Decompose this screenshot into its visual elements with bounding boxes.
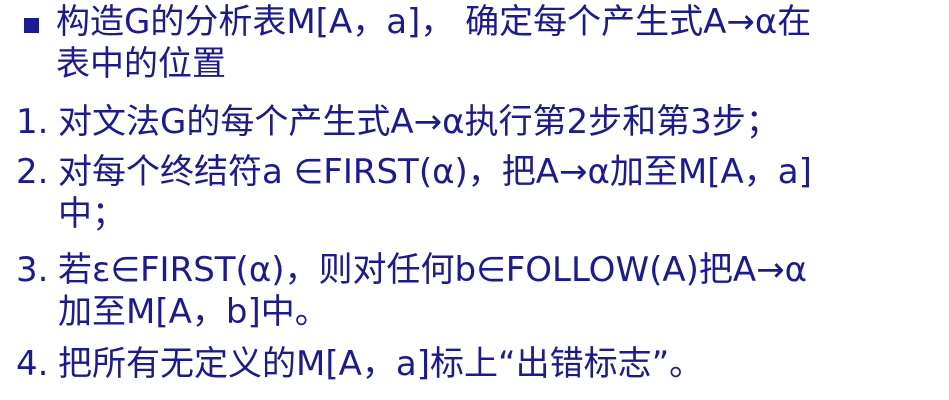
step-number-1: 1. — [16, 102, 49, 142]
step-3-continuation: 加至M[A，b]中。 — [0, 292, 949, 332]
step-1-text: 对文法G的每个产生式A→α执行第2步和第3步； — [58, 102, 780, 142]
heading-line-2: 表中的位置 — [0, 44, 949, 84]
step-number-2: 2. — [16, 152, 49, 192]
step-2-text-line-2: 中； — [58, 194, 126, 234]
step-number-4: 4. — [16, 344, 49, 384]
step-2-text-line-1: 对每个终结符a ∈FIRST(α)，把A→α加至M[A，a] — [58, 152, 812, 192]
heading-line-1: 构造G的分析表M[A，a]， 确定每个产生式A→α在 — [0, 2, 949, 42]
slide: 构造G的分析表M[A，a]， 确定每个产生式A→α在 表中的位置 1. 对文法G… — [0, 0, 949, 400]
step-2-continuation: 中； — [0, 194, 949, 234]
step-3: 3. 若ε∈FIRST(α)，则对任何b∈FOLLOW(A)把A→α — [0, 250, 949, 290]
square-bullet-icon — [24, 18, 39, 33]
step-4: 4. 把所有无定义的M[A，a]标上“出错标志”。 — [0, 344, 949, 384]
step-3-text-line-1: 若ε∈FIRST(α)，则对任何b∈FOLLOW(A)把A→α — [58, 250, 808, 290]
step-4-text: 把所有无定义的M[A，a]标上“出错标志”。 — [58, 344, 704, 384]
heading-text-line-2: 表中的位置 — [56, 44, 226, 84]
step-number-3: 3. — [16, 250, 49, 290]
step-1: 1. 对文法G的每个产生式A→α执行第2步和第3步； — [0, 102, 949, 142]
heading-text-line-1: 构造G的分析表M[A，a]， 确定每个产生式A→α在 — [56, 2, 812, 42]
step-2: 2. 对每个终结符a ∈FIRST(α)，把A→α加至M[A，a] — [0, 152, 949, 192]
step-3-text-line-2: 加至M[A，b]中。 — [58, 292, 329, 332]
